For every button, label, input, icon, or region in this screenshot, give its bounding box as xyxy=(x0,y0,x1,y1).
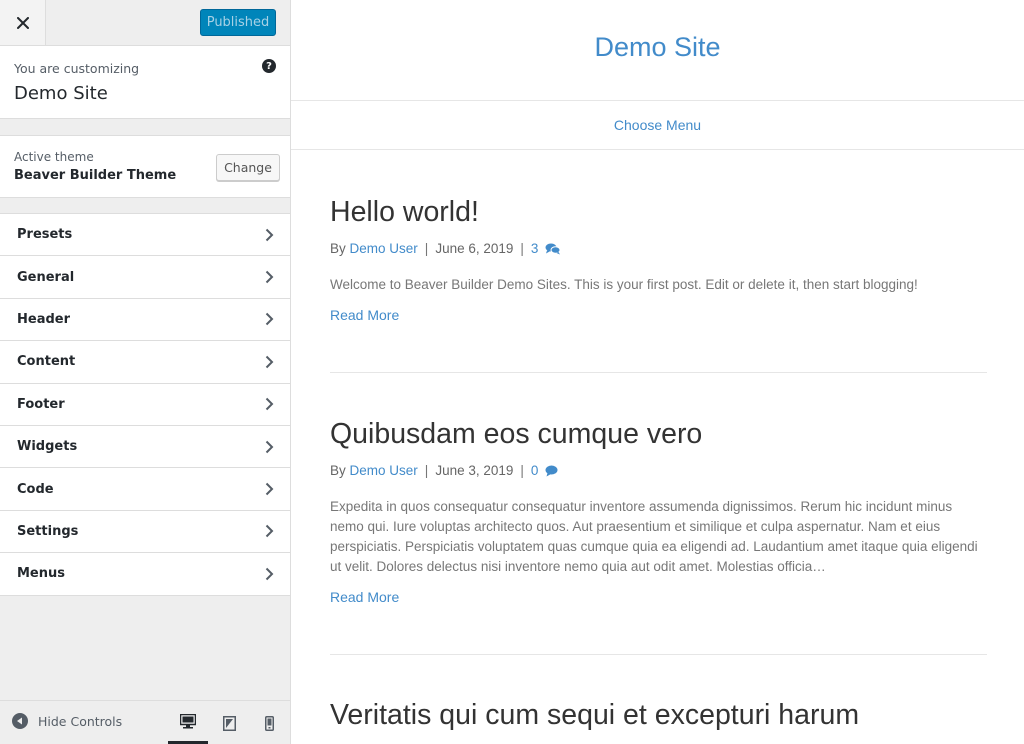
post-author-link[interactable]: Demo User xyxy=(350,463,418,478)
post-item: Quibusdam eos cumque vero By Demo User |… xyxy=(330,417,987,607)
panel-list: Presets General Header Content Footer Wi… xyxy=(0,213,290,596)
panel-item-label: Code xyxy=(17,481,54,497)
post-by-label: By xyxy=(330,463,346,478)
post-comments-link[interactable]: 3 xyxy=(531,241,561,256)
panel-item-presets[interactable]: Presets xyxy=(0,214,290,257)
customizer-info: You are customizing Demo Site ? xyxy=(0,46,290,119)
chevron-right-icon xyxy=(265,313,274,326)
panel-item-general[interactable]: General xyxy=(0,256,290,299)
post-item: Veritatis qui cum sequi et excepturi har… xyxy=(330,698,987,732)
post-title[interactable]: Hello world! xyxy=(330,195,987,229)
preview-mobile-button[interactable] xyxy=(249,701,289,744)
post-comment-count: 0 xyxy=(530,463,539,478)
help-icon[interactable]: ? xyxy=(262,59,276,73)
post-title[interactable]: Quibusdam eos cumque vero xyxy=(330,417,987,451)
meta-separator: | xyxy=(424,463,429,478)
active-theme-label: Active theme xyxy=(14,150,94,164)
close-customizer-button[interactable] xyxy=(0,0,46,45)
theme-name: Beaver Builder Theme xyxy=(14,168,177,183)
panel-item-label: Header xyxy=(17,311,71,327)
post-date: June 6, 2019 xyxy=(435,241,514,256)
site-nav: Choose Menu xyxy=(291,101,1024,150)
change-theme-button[interactable]: Change xyxy=(216,154,280,181)
comment-icon xyxy=(545,465,558,477)
panel-item-code[interactable]: Code xyxy=(0,468,290,511)
site-header: Demo Site xyxy=(291,0,1024,101)
meta-separator: | xyxy=(520,463,524,478)
chevron-right-icon xyxy=(265,228,274,241)
panel-item-label: Footer xyxy=(17,396,65,412)
hide-controls-label: Hide Controls xyxy=(38,713,123,729)
customizer-sidebar: Published You are customizing Demo Site … xyxy=(0,0,291,744)
post-comment-count: 3 xyxy=(530,241,539,256)
chevron-right-icon xyxy=(265,398,274,411)
hide-controls-button[interactable]: Hide Controls xyxy=(12,713,122,729)
customizer-footer: Hide Controls xyxy=(0,700,290,744)
panel-item-header[interactable]: Header xyxy=(0,299,290,342)
panel-item-label: Presets xyxy=(17,227,73,243)
post-excerpt: Expedita in quos consequatur consequatur… xyxy=(330,499,978,574)
chevron-right-icon xyxy=(265,525,274,538)
chevron-right-icon xyxy=(265,270,274,284)
post-excerpt: Welcome to Beaver Builder Demo Sites. Th… xyxy=(330,277,918,292)
close-icon xyxy=(16,16,29,29)
site-preview: Demo Site Choose Menu Hello world! By De… xyxy=(291,0,1024,744)
chevron-right-icon xyxy=(265,440,274,453)
post-divider xyxy=(330,654,987,655)
site-title[interactable]: Demo Site xyxy=(291,32,1024,63)
post-title[interactable]: Veritatis qui cum sequi et excepturi har… xyxy=(330,698,987,732)
panel-item-settings[interactable]: Settings xyxy=(0,511,290,554)
panel-item-footer[interactable]: Footer xyxy=(0,384,290,426)
mobile-icon xyxy=(264,715,274,731)
panel-item-label: Settings xyxy=(17,523,79,539)
chevron-right-icon xyxy=(265,355,274,369)
panel-item-menus[interactable]: Menus xyxy=(0,553,290,596)
active-theme-section: Active theme Beaver Builder Theme Change xyxy=(0,135,290,198)
panel-item-content[interactable]: Content xyxy=(0,341,290,384)
post-by-label: By xyxy=(330,241,346,256)
chevron-right-icon xyxy=(265,567,274,581)
comments-icon xyxy=(545,243,561,255)
site-name: Demo Site xyxy=(14,83,108,104)
publish-button[interactable]: Published xyxy=(200,9,276,36)
desktop-icon xyxy=(180,713,196,728)
panel-item-label: Menus xyxy=(17,566,66,582)
read-more-link[interactable]: Read More xyxy=(330,589,399,605)
post-meta: By Demo User | June 6, 2019 | 3 xyxy=(330,241,987,256)
meta-separator: | xyxy=(520,241,524,256)
chevron-right-icon xyxy=(265,482,274,496)
meta-separator: | xyxy=(424,241,429,256)
tablet-icon xyxy=(222,715,236,731)
post-divider xyxy=(330,372,987,373)
post-meta: By Demo User | June 3, 2019 | 0 xyxy=(330,463,987,478)
customizing-label: You are customizing xyxy=(14,61,140,76)
post-comments-link[interactable]: 0 xyxy=(531,463,558,478)
post-item: Hello world! By Demo User | June 6, 2019… xyxy=(330,195,987,325)
read-more-link[interactable]: Read More xyxy=(330,307,399,323)
arrow-left-icon xyxy=(12,713,28,729)
preview-desktop-button[interactable] xyxy=(168,701,208,744)
post-author-link[interactable]: Demo User xyxy=(350,241,418,256)
preview-tablet-button[interactable] xyxy=(209,701,249,744)
panel-item-label: Content xyxy=(17,354,76,370)
panel-item-label: General xyxy=(17,269,75,285)
customizer-header: Published xyxy=(0,0,290,46)
panel-item-label: Widgets xyxy=(17,439,78,455)
panel-item-widgets[interactable]: Widgets xyxy=(0,426,290,469)
choose-menu-link[interactable]: Choose Menu xyxy=(291,117,1024,133)
post-date: June 3, 2019 xyxy=(435,463,514,478)
